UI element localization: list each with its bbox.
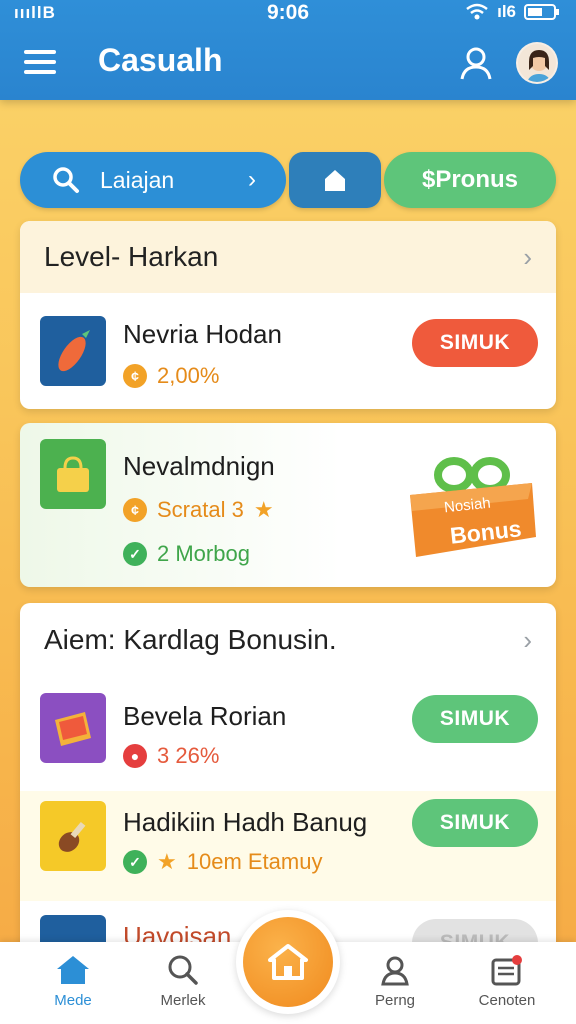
coin-icon: ¢ <box>123 498 147 522</box>
status-bar: ıııllB 9:06 ıl6 <box>0 0 576 30</box>
chevron-right-icon: › <box>523 624 532 655</box>
item-stat: ¢ 2,00% <box>123 363 219 389</box>
section-title: Aiem: Kardlag Bonusin. <box>44 624 337 655</box>
section-card-daily: Aiem: Kardlag Bonusin. › Bevela Rorian ●… <box>20 603 556 953</box>
simuk-button[interactable]: SIMUK <box>412 695 538 743</box>
simuk-button[interactable]: SIMUK <box>412 319 538 367</box>
app-bar: ıııllB 9:06 ıl6 Casualh <box>0 0 576 100</box>
search-pill[interactable]: Laiajan › <box>20 152 286 208</box>
item-stat-value: 3 26% <box>157 743 220 768</box>
star-icon: ★ <box>253 497 274 522</box>
section-card-level: Level- Harkan › Nevria Hodan ¢ 2,00% SIM… <box>20 221 556 409</box>
item-stat-secondary: ✓ 2 Morbog <box>123 541 250 567</box>
search-icon <box>168 955 198 985</box>
item-title: Hadikiin Hadh Banug <box>123 807 368 837</box>
item-title: Bevela Rorian <box>123 701 287 731</box>
check-icon: ✓ <box>123 850 147 874</box>
section-header[interactable]: Aiem: Kardlag Bonusin. › <box>20 603 556 677</box>
nav-settings[interactable]: Cenoten <box>462 954 552 1009</box>
coin-icon: ¢ <box>123 364 147 388</box>
home-fab-button[interactable] <box>236 910 340 1014</box>
battery-icon <box>524 4 559 20</box>
nav-search-label: Merlek <box>160 992 206 1009</box>
nav-home[interactable]: Mede <box>28 954 118 1009</box>
wifi-icon <box>466 3 488 20</box>
home-icon <box>268 944 308 980</box>
simuk-button[interactable]: SIMUK <box>412 799 538 847</box>
item-stat-secondary-value: 2 Morbog <box>157 541 250 566</box>
user-icon <box>381 956 409 986</box>
search-icon <box>53 167 79 193</box>
user-icon[interactable] <box>458 45 494 81</box>
search-pill-label: Laiajan <box>100 166 175 193</box>
bonus-box-badge[interactable]: Nosiah Bonus <box>402 453 542 563</box>
item-stat-value: 2,00% <box>157 363 220 388</box>
section-card-bonus-item[interactable]: Nevalmdnign ¢ Scratal 3 ★ ✓ 2 Morbog Nos… <box>20 423 556 587</box>
avatar[interactable] <box>516 42 558 84</box>
list-item[interactable]: Nevria Hodan ¢ 2,00% SIMUK <box>20 293 556 409</box>
nav-home-label: Mede <box>54 992 92 1009</box>
house-icon <box>325 170 345 191</box>
fire-icon: ● <box>123 744 147 768</box>
nav-settings-label: Cenoten <box>478 992 536 1009</box>
item-stat-value: 10em Etamuy <box>186 849 323 874</box>
section-header[interactable]: Level- Harkan › <box>20 221 556 293</box>
item-stat: ✓ ★ 10em Etamuy <box>123 849 322 875</box>
list-item[interactable]: Bevela Rorian ● 3 26% SIMUK <box>20 677 556 781</box>
bonus-pill[interactable]: $Pronus <box>384 152 556 208</box>
home-pill[interactable] <box>289 152 381 208</box>
item-title: Nevalmdnign <box>123 451 275 481</box>
bag-icon <box>40 439 106 509</box>
item-title: Nevria Hodan <box>123 319 282 349</box>
nav-profile[interactable]: Perng <box>350 954 440 1009</box>
nav-search[interactable]: Merlek <box>138 954 228 1009</box>
home-icon <box>57 956 89 984</box>
ticket-icon <box>40 693 106 763</box>
list-item[interactable]: Hadikiin Hadh Banug ✓ ★ 10em Etamuy SIMU… <box>20 791 556 901</box>
item-stat-value: Scratal 3 <box>157 497 244 522</box>
calendar-icon <box>491 955 522 986</box>
drumstick-icon <box>40 801 106 871</box>
status-icons: ıl6 <box>465 2 560 22</box>
menu-icon[interactable] <box>24 50 56 76</box>
item-stat: ¢ Scratal 3 ★ <box>123 497 274 523</box>
carrot-icon <box>40 316 106 386</box>
chevron-right-icon: › <box>248 166 256 193</box>
network-indicator: ıl6 <box>497 2 516 21</box>
check-icon: ✓ <box>123 542 147 566</box>
chevron-right-icon: › <box>523 241 532 272</box>
nav-profile-label: Perng <box>374 992 416 1009</box>
app-title: Casualh <box>98 42 223 78</box>
item-stat: ● 3 26% <box>123 743 219 769</box>
section-title: Level- Harkan <box>44 241 219 272</box>
star-icon: ★ <box>157 849 177 874</box>
